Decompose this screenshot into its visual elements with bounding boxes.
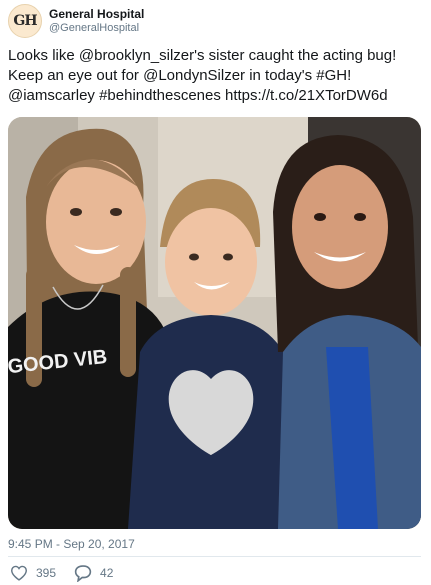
- speech-bubble-icon: [72, 563, 94, 583]
- reply-count: 42: [100, 566, 114, 580]
- divider: [8, 556, 421, 557]
- tweet-text-line: @iamscarley #behindthescenes https://t.c…: [8, 87, 388, 104]
- tweet-header: GH General Hospital @GeneralHospital: [8, 4, 144, 38]
- like-button[interactable]: 395: [8, 563, 56, 583]
- tweet-text-line: Keep an eye out for @LondynSilzer in tod…: [8, 67, 352, 84]
- tweet-photo[interactable]: GOOD VIB: [8, 117, 421, 529]
- like-count: 395: [36, 566, 57, 580]
- display-name[interactable]: General Hospital: [49, 7, 144, 21]
- tweet-text-line: Looks like @brooklyn_silzer's sister cau…: [8, 47, 397, 64]
- tweet-text: Looks like @brooklyn_silzer's sister cau…: [8, 46, 426, 106]
- avatar[interactable]: GH: [8, 4, 42, 38]
- heart-icon: [8, 563, 30, 583]
- user-handle[interactable]: @GeneralHospital: [49, 21, 144, 35]
- tweet-timestamp[interactable]: 9:45 PM - Sep 20, 2017: [8, 537, 135, 551]
- tweet-actions: 395 42: [8, 563, 129, 583]
- account-names: General Hospital @GeneralHospital: [49, 7, 144, 35]
- reply-button[interactable]: 42: [72, 563, 113, 583]
- tweet-card: GH General Hospital @GeneralHospital Loo…: [0, 0, 431, 585]
